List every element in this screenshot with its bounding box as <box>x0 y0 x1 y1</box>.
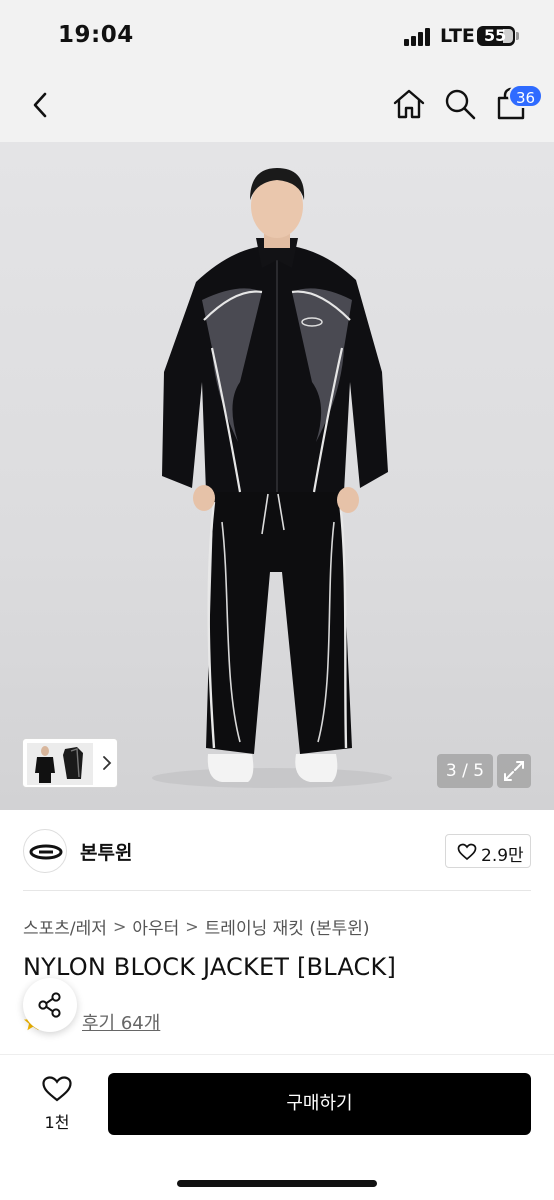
battery-icon: 55 <box>477 26 515 46</box>
brand-logo-mark <box>29 844 63 860</box>
review-link[interactable]: 후기 64개 <box>82 1009 160 1035</box>
product-photo <box>152 168 392 788</box>
brand-like-button[interactable]: 2.9만 <box>445 834 531 868</box>
brand-name[interactable]: 본투윈 <box>80 838 132 865</box>
home-icon <box>393 89 425 119</box>
share-icon <box>38 992 61 1018</box>
search-button[interactable] <box>443 87 477 121</box>
share-button[interactable] <box>23 978 77 1032</box>
product-title: NYLON BLOCK JACKET [BLACK] <box>23 953 397 981</box>
network-label: LTE <box>440 25 475 47</box>
cart-count-badge: 36 <box>508 84 544 108</box>
buy-button[interactable]: 구매하기 <box>108 1073 531 1135</box>
image-page-indicator: 3 / 5 <box>437 754 493 788</box>
chevron-left-icon <box>33 92 47 118</box>
bottom-action-bar: 1천 구매하기 <box>0 1054 554 1200</box>
thumbnail-strip[interactable] <box>22 738 118 788</box>
breadcrumb-item[interactable]: 아우터 <box>132 914 179 939</box>
chevron-right-icon <box>103 756 112 770</box>
wishlist-button[interactable]: 1천 <box>30 1075 84 1135</box>
breadcrumb-item[interactable]: 트레이닝 재킷 (본투윈) <box>205 914 370 939</box>
battery-level: 55 <box>484 26 507 45</box>
expand-icon <box>504 761 524 781</box>
home-indicator <box>177 1180 377 1187</box>
search-icon <box>445 89 476 120</box>
product-image-gallery[interactable]: 3 / 5 <box>0 142 554 810</box>
home-button[interactable] <box>392 87 426 121</box>
top-nav: 36 <box>0 70 554 142</box>
back-button[interactable] <box>26 90 56 120</box>
heart-outline-icon <box>42 1076 72 1102</box>
status-bar: 19:04 LTE 55 <box>0 0 554 70</box>
breadcrumb: 스포츠/레저 > 아우터 > 트레이닝 재킷 (본투윈) <box>23 914 370 939</box>
battery-nub <box>516 32 519 40</box>
thumbnail-image <box>27 743 93 785</box>
divider <box>23 890 531 891</box>
heart-outline-icon <box>457 843 477 861</box>
brand-logo[interactable] <box>23 829 67 873</box>
wishlist-count: 1천 <box>44 1113 70 1132</box>
breadcrumb-separator: > <box>112 916 127 936</box>
breadcrumb-item[interactable]: 스포츠/레저 <box>23 914 107 939</box>
expand-button[interactable] <box>497 754 531 788</box>
signal-icon <box>404 28 434 46</box>
thumbnail-photo <box>27 743 93 785</box>
breadcrumb-separator: > <box>185 916 199 936</box>
brand-like-count: 2.9만 <box>481 846 524 866</box>
status-time: 19:04 <box>58 22 134 48</box>
